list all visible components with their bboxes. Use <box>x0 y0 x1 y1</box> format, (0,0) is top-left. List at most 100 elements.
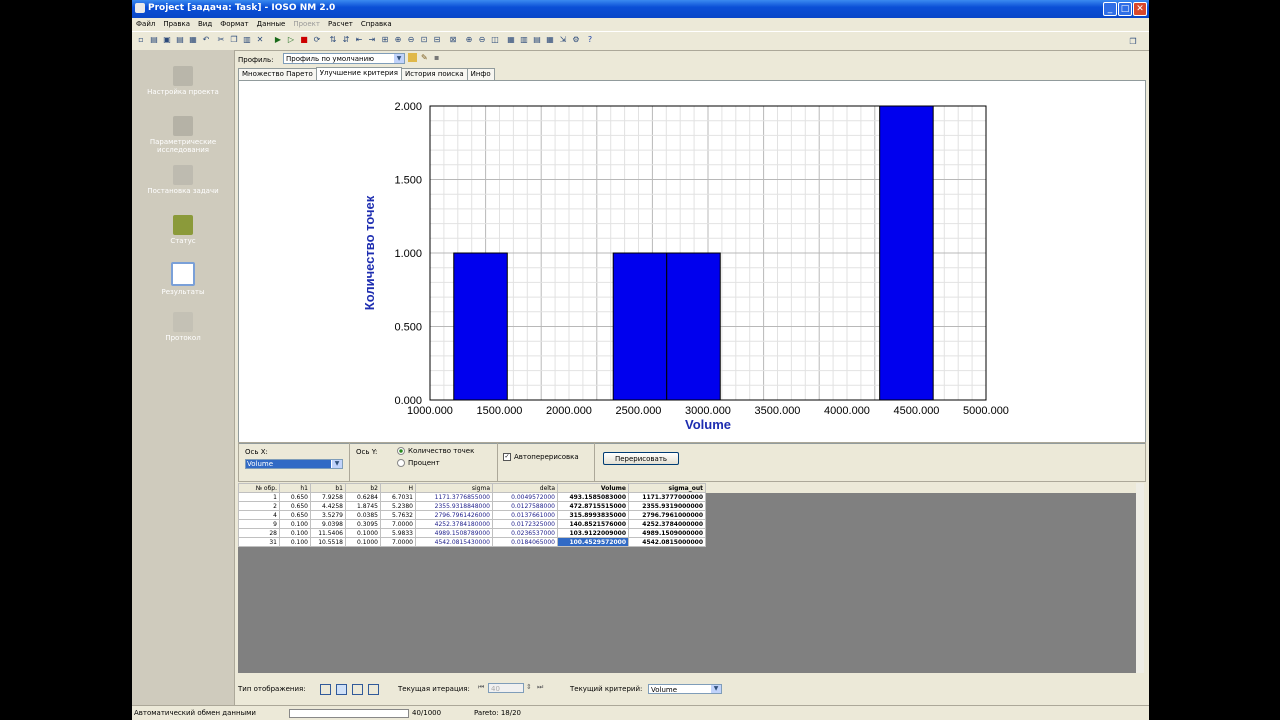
ungroup-icon[interactable]: ⊟ <box>432 35 442 45</box>
group-icon[interactable]: ⊡ <box>419 35 429 45</box>
radio-count[interactable]: Количество точек <box>397 447 474 455</box>
table-row[interactable]: 4 0.650 3.5279 0.0385 5.7632 2796.7961426000 0… <box>238 510 706 520</box>
table-cell[interactable]: 3.5279 <box>310 510 346 520</box>
column-header[interactable]: Volume <box>557 483 629 493</box>
sidebar-item-2[interactable]: Постановка задачи <box>132 165 234 195</box>
sidebar-item-5[interactable]: Протокол <box>132 312 234 342</box>
table-row[interactable]: 31 0.100 10.5518 0.1000 7.0000 4542.081543000… <box>238 537 706 547</box>
column-header[interactable]: h1 <box>279 483 311 493</box>
minimize-button[interactable]: _ <box>1103 2 1117 16</box>
open-icon[interactable]: ▤ <box>149 35 159 45</box>
maximize-button[interactable]: □ <box>1118 2 1132 16</box>
iteration-input[interactable]: 40 <box>488 683 524 693</box>
profile-edit-icon[interactable]: ✎ <box>421 53 430 62</box>
zoom-fit-icon[interactable]: ◫ <box>490 35 500 45</box>
table-cell[interactable]: 0.3095 <box>345 519 381 529</box>
table-cell[interactable]: 472.8715515000 <box>557 501 629 511</box>
profile-delete-icon[interactable]: ▪ <box>434 53 443 62</box>
redraw-button[interactable]: Перерисовать <box>603 452 679 465</box>
chevron-down-icon[interactable]: ▼ <box>711 685 721 693</box>
table-cell[interactable]: 2796.7961000000 <box>628 510 706 520</box>
reset-icon[interactable]: ⟳ <box>312 35 322 45</box>
table-cell[interactable]: 315.8993835000 <box>557 510 629 520</box>
sidebar-item-0[interactable]: Настройка проекта <box>132 66 234 96</box>
sidebar-item-4[interactable]: Результаты <box>132 262 234 296</box>
menu-item-7[interactable]: Справка <box>361 18 392 30</box>
tab-0[interactable]: Множество Парето <box>238 68 317 80</box>
table-cell[interactable]: 2 <box>238 501 280 511</box>
table-cell[interactable]: 2796.7961426000 <box>415 510 493 520</box>
column-header[interactable]: sigma_out <box>628 483 706 493</box>
table-cell[interactable]: 9.0398 <box>310 519 346 529</box>
table-cell[interactable]: 7.9258 <box>310 492 346 502</box>
vertical-scrollbar[interactable] <box>1136 483 1144 673</box>
table-cell[interactable]: 140.8521576000 <box>557 519 629 529</box>
profile-add-icon[interactable] <box>408 53 417 62</box>
sidebar-item-3[interactable]: Статус <box>132 215 234 245</box>
copy-icon[interactable]: ❐ <box>229 35 239 45</box>
axis-x-select[interactable]: Volume ▼ <box>245 459 343 469</box>
menu-item-3[interactable]: Формат <box>220 18 248 30</box>
table-cell[interactable]: 100.4529572000 <box>557 537 629 547</box>
first-iteration-icon[interactable]: ⏮ <box>478 683 487 693</box>
menu-item-5[interactable]: Проект <box>293 18 320 30</box>
table-cell[interactable]: 31 <box>238 537 280 547</box>
table-row[interactable]: 28 0.100 11.5406 0.1000 5.9833 4989.150878900… <box>238 528 706 538</box>
menu-item-6[interactable]: Расчет <box>328 18 353 30</box>
table-cell[interactable]: 5.9833 <box>380 528 416 538</box>
table-cell[interactable]: 28 <box>238 528 280 538</box>
menu-item-2[interactable]: Вид <box>198 18 212 30</box>
view-grid-icon[interactable] <box>320 684 331 695</box>
help-icon[interactable]: ? <box>585 35 595 45</box>
table-cell[interactable]: 0.0137661000 <box>492 510 558 520</box>
cut-icon[interactable]: ✂ <box>216 35 226 45</box>
table-cell[interactable]: 0.1000 <box>345 528 381 538</box>
table-cell[interactable]: 4.4258 <box>310 501 346 511</box>
table-cell[interactable]: 2355.9319000000 <box>628 501 706 511</box>
table-cell[interactable]: 1.8745 <box>345 501 381 511</box>
table-cell[interactable]: 4252.3784180000 <box>415 519 493 529</box>
bar-chart-icon[interactable]: ▥ <box>519 35 529 45</box>
table-cell[interactable]: 0.1000 <box>345 537 381 547</box>
table-row[interactable]: 1 0.650 7.9258 0.6284 6.7031 1171.3776855000 0… <box>238 492 706 502</box>
table-cell[interactable]: 0.0385 <box>345 510 381 520</box>
profile-select[interactable]: Профиль по умолчанию ▼ <box>283 53 405 64</box>
collapse-icon[interactable]: ⊖ <box>406 35 416 45</box>
chevron-down-icon[interactable]: ▼ <box>394 54 404 63</box>
table-cell[interactable]: 0.6284 <box>345 492 381 502</box>
close-button[interactable]: ✕ <box>1133 2 1147 16</box>
settings-icon[interactable]: ⚙ <box>571 35 581 45</box>
table-cell[interactable]: 6.7031 <box>380 492 416 502</box>
table-cell[interactable]: 103.9122009000 <box>557 528 629 538</box>
move-left-icon[interactable]: ⇤ <box>354 35 364 45</box>
iteration-stepper-icon[interactable]: ⇕ <box>526 683 535 693</box>
table-row[interactable]: 9 0.100 9.0398 0.3095 7.0000 4252.3784180000 0… <box>238 519 706 529</box>
tab-2[interactable]: История поиска <box>400 68 468 80</box>
table-cell[interactable]: 0.0127588000 <box>492 501 558 511</box>
paste-icon[interactable]: ▥ <box>242 35 252 45</box>
column-header[interactable]: sigma <box>415 483 493 493</box>
undo-icon[interactable]: ↶ <box>201 35 211 45</box>
sort-icon[interactable]: ⇅ <box>328 35 338 45</box>
table-cell[interactable]: 7.0000 <box>380 519 416 529</box>
table-cell[interactable]: 0.100 <box>279 528 311 538</box>
filter-icon[interactable]: ⇵ <box>341 35 351 45</box>
table-cell[interactable]: 493.1585083000 <box>557 492 629 502</box>
table-cell[interactable]: 7.0000 <box>380 537 416 547</box>
table-cell[interactable]: 4542.0815430000 <box>415 537 493 547</box>
sidebar-item-1[interactable]: Параметрические исследования <box>132 116 234 154</box>
export-icon[interactable]: ⇲ <box>558 35 568 45</box>
new-icon[interactable]: ▫ <box>136 35 146 45</box>
table-cell[interactable]: 0.100 <box>279 537 311 547</box>
table-cell[interactable]: 0.650 <box>279 501 311 511</box>
table-cell[interactable]: 4542.0815000000 <box>628 537 706 547</box>
window-restore-icon[interactable]: ❐ <box>1128 37 1138 47</box>
stop-icon[interactable]: ■ <box>299 35 309 45</box>
delete-icon[interactable]: ✕ <box>255 35 265 45</box>
table-cell[interactable]: 4 <box>238 510 280 520</box>
menu-item-0[interactable]: Файл <box>136 18 155 30</box>
criterion-select[interactable]: Volume ▼ <box>648 684 722 694</box>
save-all-icon[interactable]: ▤ <box>175 35 185 45</box>
table-cell[interactable]: 10.5518 <box>310 537 346 547</box>
radio-percent[interactable]: Процент <box>397 459 440 467</box>
